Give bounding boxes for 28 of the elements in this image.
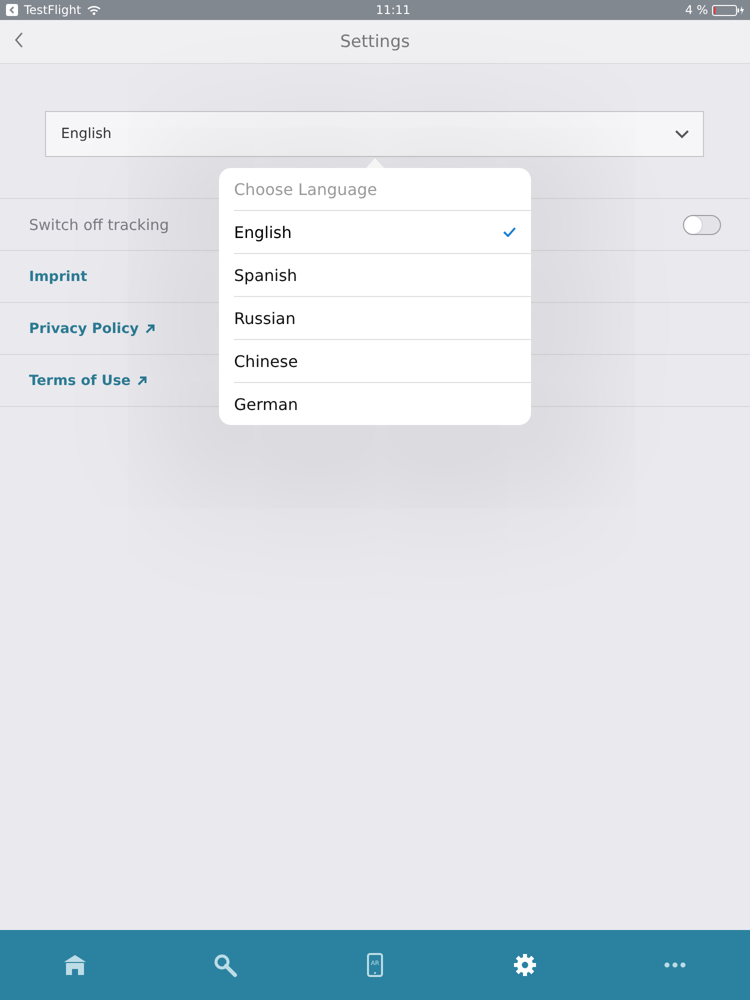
search-icon xyxy=(213,953,237,977)
toggle-switch[interactable] xyxy=(683,214,721,234)
more-icon xyxy=(664,962,686,968)
language-option[interactable]: Spanish xyxy=(234,254,531,297)
status-time: 11:11 xyxy=(374,3,412,17)
tab-bar-item[interactable] xyxy=(512,952,538,978)
wifi-icon xyxy=(87,5,102,15)
link[interactable]: Terms of Use xyxy=(29,372,147,388)
back-app-label[interactable]: TestFlight xyxy=(24,3,82,17)
language-option[interactable]: Russian xyxy=(234,297,531,340)
chevron-down-icon xyxy=(675,130,689,138)
home-icon xyxy=(64,955,86,975)
battery-icon xyxy=(712,4,744,16)
tab-bar-item[interactable] xyxy=(212,952,238,978)
language-option[interactable]: English xyxy=(234,211,531,254)
link[interactable]: Privacy Policy xyxy=(29,320,155,336)
settings-icon xyxy=(513,953,537,977)
back-app-icon[interactable] xyxy=(6,4,18,16)
checkmark-icon xyxy=(503,227,516,237)
tab-bar-item[interactable] xyxy=(62,952,88,978)
language-option[interactable]: German xyxy=(234,383,531,425)
page-title: Settings xyxy=(340,32,410,52)
link[interactable]: Imprint xyxy=(29,268,88,284)
language-option[interactable]: Chinese xyxy=(234,340,531,383)
language-dropdown[interactable]: English xyxy=(45,111,704,157)
popover-title: Choose Language xyxy=(234,168,531,211)
battery-percent: 4 % xyxy=(685,3,708,17)
setting-label: Switch off tracking xyxy=(29,216,170,234)
